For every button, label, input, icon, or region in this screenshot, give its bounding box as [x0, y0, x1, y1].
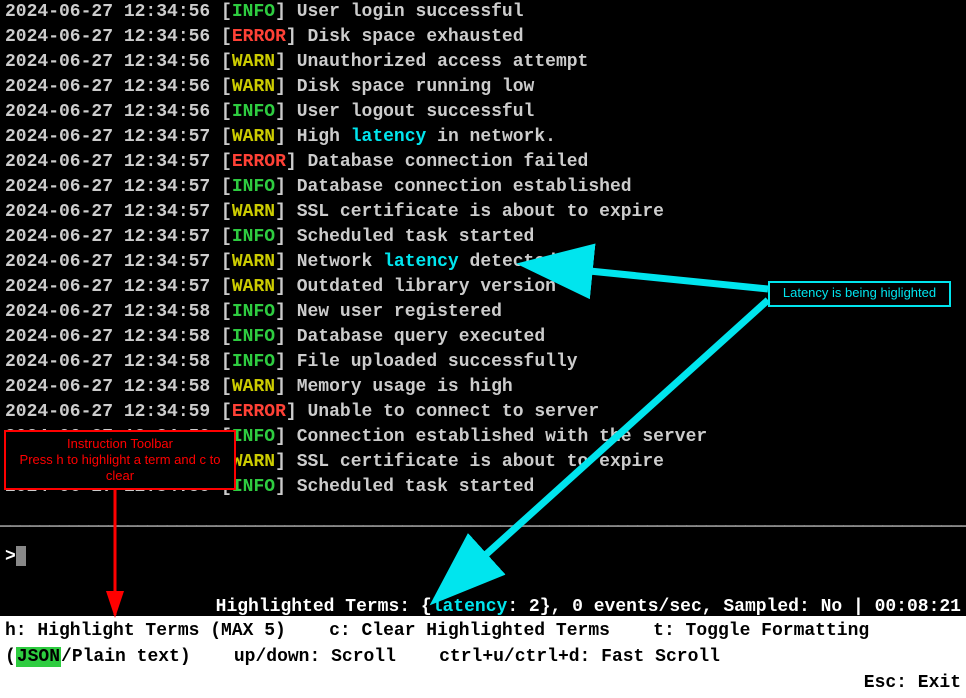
log-line: 2024-06-27 12:34:56 [INFO] User login su…: [5, 0, 961, 25]
hint-exit: Esc: Exit: [864, 673, 961, 693]
prompt-char: >: [5, 547, 16, 567]
callout-red-body: Press h to highlight a term and c to cle…: [10, 452, 230, 484]
log-line: 2024-06-27 12:34:59 [ERROR] Unable to co…: [5, 400, 961, 425]
callout-latency-highlight: Latency is being higlighted: [768, 281, 951, 307]
hint-scroll: up/down: Scroll: [234, 647, 396, 667]
callout-red-title: Instruction Toolbar: [10, 436, 230, 452]
status-term: latency: [432, 597, 508, 617]
log-line: 2024-06-27 12:34:58 [INFO] Database quer…: [5, 325, 961, 350]
cursor: [16, 546, 26, 566]
log-line: 2024-06-27 12:34:57 [INFO] Database conn…: [5, 175, 961, 200]
fmt-open: (: [5, 647, 16, 667]
fmt-rest: /Plain text): [61, 647, 191, 667]
callout-cyan-text: Latency is being higlighted: [783, 285, 936, 300]
status-rest: : 2}, 0 events/sec, Sampled: No | 00:08:…: [507, 597, 961, 617]
divider: ————————————————————————————————————————…: [0, 515, 966, 540]
log-line: 2024-06-27 12:34:58 [WARN] Memory usage …: [5, 375, 961, 400]
log-line: 2024-06-27 12:34:56 [WARN] Unauthorized …: [5, 50, 961, 75]
callout-instruction-toolbar: Instruction Toolbar Press h to highlight…: [4, 430, 236, 490]
instruction-toolbar: h: Highlight Terms (MAX 5) c: Clear High…: [0, 616, 966, 698]
json-badge: JSON: [16, 647, 61, 667]
log-line: 2024-06-27 12:34:56 [INFO] User logout s…: [5, 100, 961, 125]
status-prefix: Highlighted Terms: {: [216, 597, 432, 617]
log-line: 2024-06-27 12:34:57 [WARN] Network laten…: [5, 250, 961, 275]
log-line: 2024-06-27 12:34:57 [WARN] SSL certifica…: [5, 200, 961, 225]
log-line: 2024-06-27 12:34:57 [WARN] High latency …: [5, 125, 961, 150]
log-line: 2024-06-27 12:34:56 [ERROR] Disk space e…: [5, 25, 961, 50]
highlighted-term: latency: [383, 252, 459, 272]
status-line: Highlighted Terms: {latency: 2}, 0 event…: [0, 570, 966, 620]
log-line: 2024-06-27 12:34:57 [INFO] Scheduled tas…: [5, 225, 961, 250]
hint-toggle: t: Toggle Formatting: [653, 621, 869, 641]
log-line: 2024-06-27 12:34:57 [ERROR] Database con…: [5, 150, 961, 175]
highlighted-term: latency: [351, 127, 427, 147]
hint-fast-scroll: ctrl+u/ctrl+d: Fast Scroll: [439, 647, 720, 667]
log-line: 2024-06-27 12:34:56 [WARN] Disk space ru…: [5, 75, 961, 100]
log-area[interactable]: 2024-06-27 12:34:56 [INFO] User login su…: [0, 0, 966, 500]
prompt-line[interactable]: >: [0, 545, 966, 570]
hint-highlight: h: Highlight Terms (MAX 5): [5, 621, 286, 641]
log-line: 2024-06-27 12:34:58 [INFO] File uploaded…: [5, 350, 961, 375]
hint-clear: c: Clear Highlighted Terms: [329, 621, 610, 641]
